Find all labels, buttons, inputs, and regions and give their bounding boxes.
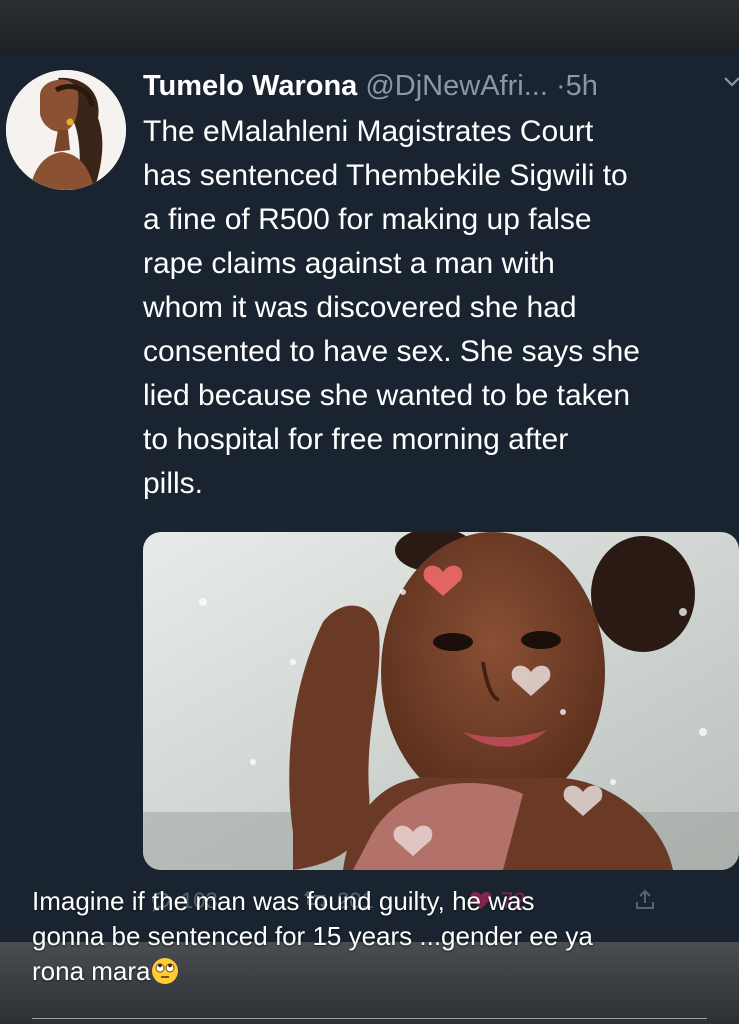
chevron-down-icon[interactable] <box>722 72 739 92</box>
bottom-divider <box>32 1018 707 1019</box>
tweet-text-line: rape claims against a man with <box>143 247 555 280</box>
tweet-photo[interactable] <box>143 532 739 870</box>
tweet-text-line: whom it was discovered she had <box>143 291 577 324</box>
tweet-header: Tumelo Warona @DjNewAfri... ·5h <box>143 66 739 106</box>
rolling-eyes-emoji-icon <box>151 958 178 984</box>
caption-line: gonna be sentenced for 15 years ...gende… <box>32 921 593 951</box>
tweet-text-line: has sentenced Thembekile Sigwili to <box>143 159 628 192</box>
avatar[interactable] <box>6 70 126 190</box>
tweet-text-line: consented to have sex. She says she <box>143 335 640 368</box>
author-name[interactable]: Tumelo Warona <box>143 70 357 102</box>
tweet-text-line: lied because she wanted to be taken <box>143 379 631 412</box>
caption-line: Imagine if the man was found guilty, he … <box>32 886 535 916</box>
tweet-time[interactable]: 5h <box>566 70 598 102</box>
photo-portrait-image <box>143 532 739 870</box>
tweet-text-line: a fine of R500 for making up false <box>143 203 592 236</box>
tweet-text: The eMalahleni Magistrates Court has sen… <box>143 110 739 506</box>
caption-line-text: rona mara <box>32 956 151 986</box>
top-status-bar <box>0 0 739 52</box>
tweet-text-line: to hospital for free morning after <box>143 423 569 456</box>
tweet-text-line: pills. <box>143 467 204 500</box>
avatar-portrait-icon <box>6 70 126 190</box>
story-caption: Imagine if the man was found guilty, he … <box>32 884 732 989</box>
caption-line-3: rona mara <box>32 954 732 989</box>
author-handle[interactable]: @DjNewAfri... <box>365 70 548 102</box>
tweet-text-line: The eMalahleni Magistrates Court <box>143 115 594 148</box>
header-separator: · <box>555 70 566 102</box>
